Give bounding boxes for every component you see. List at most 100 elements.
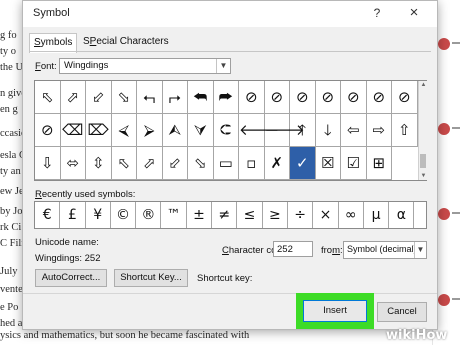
recent-symbol-cell[interactable]: ≠ [212,202,238,228]
from-dropdown[interactable]: Symbol (decimal) ▼ [343,241,427,259]
background-line: ty an [0,166,21,177]
recent-symbol-cell[interactable]: ≤ [237,202,263,228]
tab-symbols-access-key: S [34,37,41,48]
symbol-cell[interactable]: ⌦ [86,114,112,147]
symbol-cell[interactable]: ▭ [213,147,239,180]
background-line: the U [0,62,24,73]
symbol-cell[interactable]: ⇦ [341,114,367,147]
symbol-cell[interactable]: ☒ [315,147,341,180]
tab-symbols-label: ymbols [40,37,73,48]
recent-symbol-cell[interactable]: © [111,202,137,228]
autocorrect-button[interactable]: AutoCorrect... [35,269,107,287]
symbol-cell[interactable]: ⊘ [35,114,61,147]
symbol-cell[interactable]: ✗ [264,147,290,180]
symbol-cell[interactable]: ⊘ [290,81,316,114]
recent-label-access-key: R [35,189,42,200]
font-dropdown[interactable]: Wingdings ▼ [59,58,231,74]
recent-symbol-cell[interactable]: ≥ [263,202,288,228]
symbol-cell[interactable]: ⮢ [137,81,163,114]
symbol-cell[interactable]: ▫ [239,147,265,180]
symbol-cell[interactable]: ⊘ [392,81,418,114]
wikihow-watermark: wikiHow [386,328,447,343]
scrollbar-thumb[interactable] [420,154,426,168]
symbol-cell[interactable]: ⌫ [60,114,86,147]
symbol-cell[interactable]: ⮚ [137,114,163,147]
recent-symbol-cell[interactable]: ¥ [86,202,111,228]
close-button[interactable]: × [405,4,423,22]
symbol-cell[interactable]: ⇩ [35,147,61,180]
watermark-how: How [415,328,448,343]
symbol-cell[interactable]: ⬀ [60,81,86,114]
symbol-cell[interactable]: ⇳ [86,147,112,180]
symbol-cell[interactable]: ⬃ [86,81,112,114]
tab-symbols[interactable]: Symbols [29,33,78,53]
recent-symbol-cell[interactable]: α [389,202,415,228]
symbol-cell[interactable]: ⮙ [162,114,188,147]
recent-label-text: ecently used symbols: [41,189,136,200]
tab-special-characters[interactable]: SPecial Characters [79,33,173,51]
background-line: e Po [0,302,19,313]
symbol-cell[interactable]: ⬀ [137,147,163,180]
recent-symbol-cell[interactable]: ™ [162,202,187,228]
tab-special-label: ecial Characters [96,36,169,47]
background-line: rk Ci [0,222,22,233]
symbol-cell[interactable]: ⮫ [213,81,239,114]
symbol-cell[interactable]: ⊘ [341,81,367,114]
symbol-cell[interactable]: ⬃ [162,147,188,180]
footer-divider [23,293,437,294]
symbol-cell[interactable]: ⮣ [162,81,188,114]
scroll-up-icon[interactable]: ▲ [419,82,428,88]
insert-button[interactable]: Insert [303,300,367,322]
symbol-cell[interactable]: ⊞ [366,147,392,180]
recent-symbol-cell[interactable]: € [35,202,61,228]
symbol-cell[interactable]: ⇧ [392,114,418,147]
recent-symbol-cell[interactable]: ∞ [339,202,364,228]
recent-symbol-cell[interactable]: ± [187,202,213,228]
symbol-cell[interactable]: ⬂ [111,81,137,114]
symbol-cell[interactable]: ⮈ [213,114,239,147]
unicode-name-label: Unicode name: [35,237,99,248]
character-code-input[interactable]: 252 [273,241,313,257]
symbol-cell[interactable]: ⬁ [111,147,137,180]
help-button[interactable]: ? [369,5,385,21]
symbol-cell[interactable]: ⊘ [366,81,392,114]
symbol-cell[interactable]: ⇨ [366,114,392,147]
symbol-cell[interactable]: ⮘ [111,114,137,147]
symbol-cell-selected[interactable]: ✓ [290,147,316,180]
symbol-cell[interactable]: ⊘ [264,81,290,114]
recent-symbol-cell[interactable]: £ [60,202,86,228]
symbol-cell[interactable]: ⮛ [188,114,214,147]
symbol-cell[interactable]: ☑ [341,147,367,180]
chevron-down-icon[interactable]: ▼ [216,59,230,73]
symbol-cell[interactable]: ⬂ [188,147,214,180]
recent-symbol-cell[interactable]: µ [364,202,390,228]
font-label-text: ont: [40,61,57,72]
symbol-cell[interactable]: 🡓 [315,114,341,147]
symbol-cell[interactable]: 🡒 [264,114,305,147]
dialog-titlebar: Symbol ? × [23,1,437,27]
symbol-grid-scrollbar[interactable]: ▲ ▼ [418,81,427,180]
font-label: Font: [35,61,57,72]
symbol-cell[interactable]: ⬄ [60,147,86,180]
symbol-grid: ▲ ▼ ⬁ ⬀ ⬃ ⬂ ⮢ ⮣ ⮪ ⮫ ⊘ ⊘ ⊘ ⊘ ⊘ ⊘ ⊘ ⊘ ⌫ ⌦ ⮘ ⮚ ⮙ ⮛ ⮈ 🡐 🡒 🡑 🡓 ⇦ ⇨ ⇧ ⇩ ⬄ ⇳ ⬁ ⬀ ⬃… [34,80,427,181]
scroll-down-icon[interactable]: ▼ [419,173,428,179]
background-line: by Jo [0,206,23,217]
symbol-cell[interactable]: ⊘ [239,81,265,114]
from-label: from: [321,245,343,256]
symbol-cell[interactable]: 🡐 [239,114,279,147]
recent-symbol-cell[interactable]: × [313,202,339,228]
cancel-button[interactable]: Cancel [377,302,427,322]
comment-avatar-icon [438,208,460,220]
tab-divider [29,51,431,52]
symbol-cell[interactable]: ⬁ [35,81,61,114]
symbol-cell[interactable]: ⊘ [315,81,341,114]
symbol-cell[interactable]: ⮪ [188,81,214,114]
recent-symbol-cell[interactable]: ® [136,202,162,228]
watermark-wiki: wiki [386,328,416,343]
chevron-down-icon[interactable]: ▼ [414,242,426,258]
symbol-dialog: Symbol ? × Symbols SPecial Characters Fo… [22,0,438,330]
font-dropdown-value: Wingdings [64,60,109,71]
recent-symbol-cell[interactable]: ÷ [288,202,314,228]
symbol-cell[interactable]: 🡑 [290,114,316,147]
shortcut-key-button[interactable]: Shortcut Key... [114,269,188,287]
